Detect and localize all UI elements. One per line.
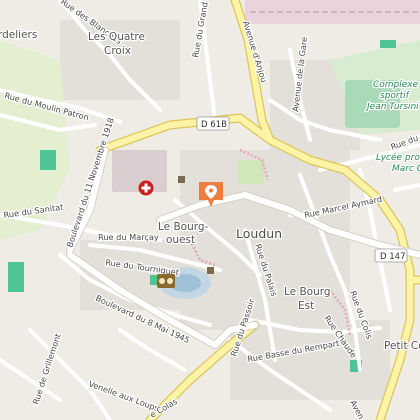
rail-yard <box>245 0 420 24</box>
stadium-icon[interactable] <box>157 274 175 288</box>
place-label-le-bourg-est: Le Bourg <box>284 286 331 298</box>
place-label-les-quatre-croix: Les Quatre <box>88 31 145 43</box>
place-label-le-bourg-ouest-2: ouest <box>166 234 195 246</box>
poi-label-lycee-1: Lycée prof <box>376 152 420 163</box>
road-shield-d61b: D 61B <box>196 116 230 131</box>
svg-text:D 147: D 147 <box>380 252 405 262</box>
place-label-le-bourg-est-2: Est <box>298 300 314 312</box>
poi-label-complexe-3: Jean Tursini <box>365 102 419 112</box>
poi-label-complexe-1: Complexe <box>373 80 419 90</box>
place-label-loudun: Loudun <box>236 226 282 241</box>
road-shield-d147: D 147 <box>374 248 408 263</box>
place-label-petit-cognac: Petit Co <box>384 340 420 352</box>
poi-label-lycee-2: Marc G <box>392 164 420 174</box>
map-canvas[interactable]: Rue des Blanches Rue du Grand Avenue d'A… <box>0 0 420 420</box>
hospital-icon[interactable] <box>138 180 154 196</box>
place-label-les-quatre-croix-2: Croix <box>104 45 131 57</box>
street-label-marcay: Rue du Marçay <box>98 232 159 242</box>
place-label-cordeliers: rdeliers <box>0 29 37 41</box>
poi-label-complexe-2: sportif <box>380 91 411 101</box>
svg-text:D 61B: D 61B <box>201 120 227 130</box>
place-label-le-bourg-ouest: Le Bourg- <box>158 221 209 233</box>
